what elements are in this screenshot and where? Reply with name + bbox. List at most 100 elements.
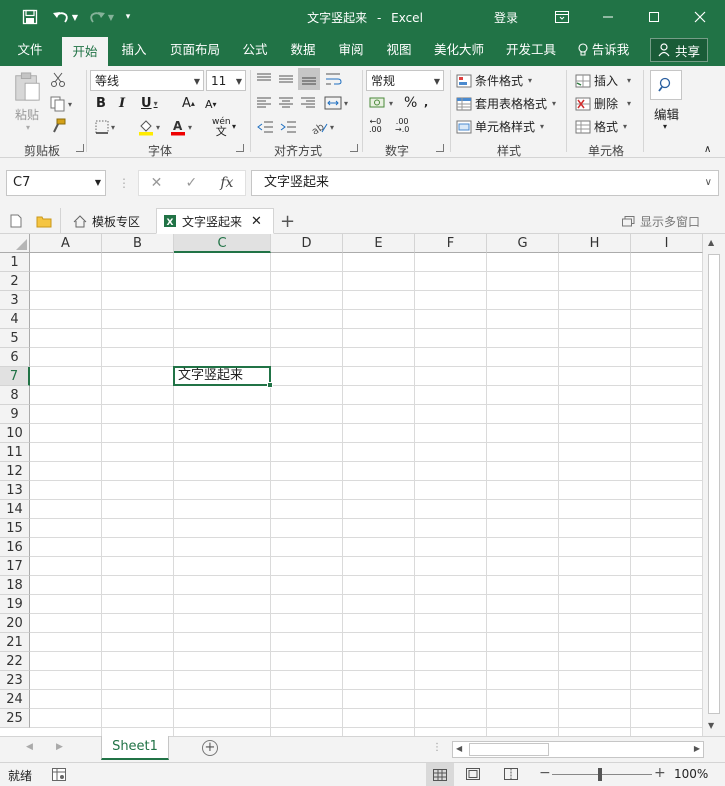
row-header-24[interactable]: 24: [0, 690, 30, 709]
delete-cells-button[interactable]: 删除 ▾: [575, 95, 631, 112]
share-button[interactable]: 共享: [650, 38, 708, 62]
hscroll-thumb[interactable]: [469, 743, 549, 756]
worksheet-grid[interactable]: A B C D E F G H I 1 2 3 4 5 6 7 8 9 10 11 12 13 14 15 16 17 18 19 20…: [0, 234, 703, 736]
number-format-dropdown[interactable]: 常规 ▼: [366, 70, 444, 91]
row-header-18[interactable]: 18: [0, 576, 30, 595]
phonetic-dropdown-icon[interactable]: ▾: [232, 122, 236, 131]
zoom-out-icon[interactable]: −: [539, 765, 551, 781]
row-header-13[interactable]: 13: [0, 481, 30, 500]
tab-home[interactable]: 开始: [62, 37, 108, 66]
number-launcher-icon[interactable]: [436, 144, 444, 152]
clipboard-launcher-icon[interactable]: [76, 144, 84, 152]
row-header-15[interactable]: 15: [0, 519, 30, 538]
decrease-indent-icon[interactable]: [256, 120, 274, 134]
row-header-19[interactable]: 19: [0, 595, 30, 614]
zoom-slider[interactable]: [552, 774, 652, 775]
percent-button[interactable]: %: [404, 95, 417, 111]
sheet-tab[interactable]: Sheet1: [101, 736, 169, 760]
format-as-table-button[interactable]: 套用表格格式 ▾: [456, 95, 556, 112]
border-icon[interactable]: ▾: [95, 120, 115, 134]
ribbon-display-icon[interactable]: [539, 0, 585, 34]
paste-button[interactable]: 粘贴 ▾: [10, 72, 44, 132]
tab-beautify[interactable]: 美化大师: [426, 34, 492, 66]
row-header-17[interactable]: 17: [0, 557, 30, 576]
tab-review[interactable]: 审阅: [330, 34, 372, 66]
row-header-11[interactable]: 11: [0, 443, 30, 462]
page-break-view-icon[interactable]: [504, 768, 518, 783]
row-header-22[interactable]: 22: [0, 652, 30, 671]
zoom-in-icon[interactable]: +: [654, 765, 666, 781]
editing-dropdown-icon[interactable]: ▾: [663, 122, 667, 131]
row-header-12[interactable]: 12: [0, 462, 30, 481]
add-tab-icon[interactable]: +: [280, 208, 295, 234]
align-right-icon[interactable]: [300, 96, 316, 110]
format-cells-button[interactable]: 格式 ▾: [575, 118, 627, 135]
editing-button[interactable]: 编辑: [654, 104, 679, 123]
tab-data[interactable]: 数据: [282, 34, 324, 66]
search-icon[interactable]: [650, 70, 682, 100]
row-header-21[interactable]: 21: [0, 633, 30, 652]
add-sheet-icon[interactable]: +: [202, 740, 218, 756]
scroll-left-icon[interactable]: ◀: [456, 744, 462, 753]
align-left-icon[interactable]: [256, 96, 272, 110]
tab-formulas[interactable]: 公式: [234, 34, 276, 66]
font-size-dropdown[interactable]: 11 ▼: [206, 70, 246, 91]
insert-cells-button[interactable]: 插入 ▾: [575, 72, 631, 89]
zoom-level[interactable]: 100%: [674, 767, 708, 781]
tab-view[interactable]: 视图: [378, 34, 420, 66]
tab-page-layout[interactable]: 页面布局: [162, 34, 228, 66]
row-header-20[interactable]: 20: [0, 614, 30, 633]
current-document-tab[interactable]: X 文字竖起来 ✕: [156, 208, 274, 234]
column-header-e[interactable]: E: [343, 234, 415, 253]
redo-icon[interactable]: ▼: [86, 0, 116, 34]
cancel-icon[interactable]: ✕: [151, 175, 163, 191]
column-header-i[interactable]: I: [631, 234, 703, 253]
scroll-up-icon[interactable]: ▲: [708, 238, 714, 247]
normal-view-icon[interactable]: [426, 763, 454, 786]
row-header-10[interactable]: 10: [0, 424, 30, 443]
wrap-text-icon[interactable]: [325, 72, 343, 86]
column-header-g[interactable]: G: [487, 234, 559, 253]
row-header-6[interactable]: 6: [0, 348, 30, 367]
align-center-icon[interactable]: [278, 96, 294, 110]
scroll-thumb[interactable]: [708, 254, 720, 714]
align-top-icon[interactable]: [256, 72, 272, 86]
currency-icon[interactable]: ▾: [369, 96, 393, 110]
close-tab-icon[interactable]: ✕: [251, 214, 262, 229]
login-link[interactable]: 登录: [494, 9, 518, 26]
show-multi-window-button[interactable]: 显示多窗口: [622, 208, 700, 234]
column-header-a[interactable]: A: [30, 234, 102, 253]
insert-function-button[interactable]: fx: [220, 175, 233, 191]
increase-decimal-icon[interactable]: ←0.00: [369, 118, 382, 134]
conditional-format-button[interactable]: 条件格式 ▾: [456, 72, 532, 89]
row-header-23[interactable]: 23: [0, 671, 30, 690]
vertical-scrollbar[interactable]: ▲ ▼: [703, 234, 725, 736]
expand-formula-icon[interactable]: ∨: [705, 171, 712, 195]
font-name-dropdown[interactable]: 等线 ▼: [90, 70, 204, 91]
row-header-4[interactable]: 4: [0, 310, 30, 329]
column-header-c[interactable]: C: [174, 234, 271, 253]
fill-handle[interactable]: [267, 382, 273, 388]
scroll-right-icon[interactable]: ▶: [694, 744, 700, 753]
column-header-d[interactable]: D: [271, 234, 343, 253]
row-header-9[interactable]: 9: [0, 405, 30, 424]
font-launcher-icon[interactable]: [236, 144, 244, 152]
font-color-icon[interactable]: A ▾: [170, 118, 192, 136]
save-icon[interactable]: [16, 0, 44, 34]
increase-font-icon[interactable]: A ▴: [182, 96, 195, 111]
cell-styles-button[interactable]: 单元格样式 ▾: [456, 118, 544, 135]
collapse-ribbon-icon[interactable]: ∧: [704, 144, 711, 155]
scroll-down-icon[interactable]: ▼: [708, 721, 714, 730]
page-layout-view-icon[interactable]: [466, 768, 480, 783]
row-header-1[interactable]: 1: [0, 253, 30, 272]
increase-indent-icon[interactable]: [279, 120, 297, 134]
row-header-3[interactable]: 3: [0, 291, 30, 310]
select-all-corner[interactable]: [0, 234, 30, 253]
name-box[interactable]: C7 ▼: [6, 170, 106, 196]
align-bottom-icon[interactable]: [298, 68, 320, 90]
template-tab[interactable]: 模板专区: [60, 208, 140, 234]
tab-developer[interactable]: 开发工具: [498, 34, 564, 66]
macro-record-icon[interactable]: [52, 768, 66, 784]
row-header-25[interactable]: 25: [0, 709, 30, 728]
format-painter-icon[interactable]: [50, 118, 66, 134]
